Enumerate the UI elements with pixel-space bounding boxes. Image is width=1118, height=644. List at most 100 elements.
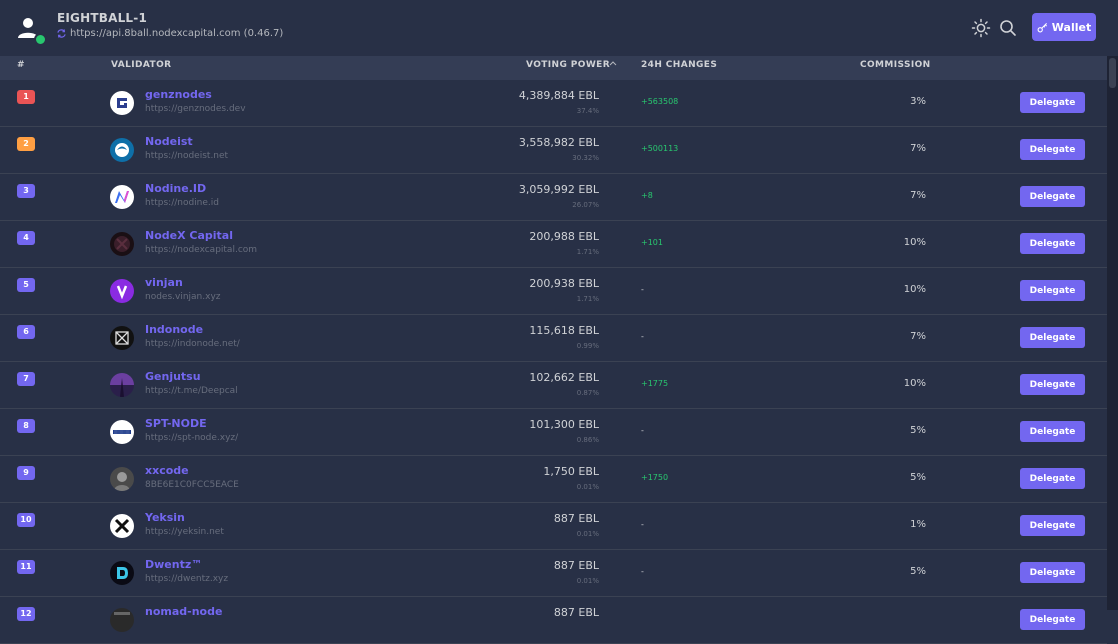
validator-website: https://indonode.net/ [145, 339, 240, 349]
table-row: 2 Nodeist https://nodeist.net 3,558,982 … [0, 127, 1107, 174]
delegate-button[interactable]: Delegate [1020, 515, 1085, 536]
delegate-button[interactable]: Delegate [1020, 421, 1085, 442]
table-row: 4 NodeX Capital https://nodexcapital.com… [0, 221, 1107, 268]
table-row: 3 Nodine.ID https://nodine.id 3,059,992 … [0, 174, 1107, 221]
voting-power-percent: 1.71% [576, 295, 599, 303]
rank-badge: 5 [17, 278, 35, 292]
genznodes-logo [110, 91, 134, 115]
validator-name[interactable]: Indonode [145, 323, 203, 336]
nodine-logo [110, 185, 134, 209]
validator-website: https://nodexcapital.com [145, 245, 258, 255]
delegate-button[interactable]: Delegate [1020, 327, 1085, 348]
delegate-button[interactable]: Delegate [1020, 139, 1085, 160]
rank-badge: 12 [17, 607, 35, 621]
validator-name[interactable]: Dwentz™ [145, 558, 202, 571]
delegate-button[interactable]: Delegate [1020, 468, 1085, 489]
delegate-button[interactable]: Delegate [1020, 374, 1085, 395]
rank-badge: 6 [17, 325, 35, 339]
voting-power: 887 EBL [553, 606, 599, 619]
validator-website: https://dwentz.xyz [145, 574, 229, 584]
scrollbar-track[interactable] [1107, 56, 1118, 610]
rank-badge: 7 [17, 372, 35, 386]
sun-icon[interactable] [971, 18, 991, 38]
rank-badge: 1 [17, 90, 35, 104]
voting-power: 3,558,982 EBL [518, 136, 599, 149]
commission-rate: 10% [903, 284, 926, 295]
sync-icon [57, 29, 66, 38]
delegate-button[interactable]: Delegate [1020, 562, 1085, 583]
24h-change: +1775 [641, 379, 669, 388]
24h-change: - [641, 567, 644, 576]
validator-name[interactable]: Nodine.ID [145, 182, 206, 195]
validator-name[interactable]: Yeksin [145, 511, 185, 524]
online-status-dot [34, 33, 47, 46]
rank-badge: 4 [17, 231, 35, 245]
col-24h-changes: 24H CHANGES [641, 60, 718, 70]
voting-power-percent: 0.99% [576, 342, 599, 350]
delegate-button[interactable]: Delegate [1020, 92, 1085, 113]
validator-name[interactable]: NodeX Capital [145, 229, 233, 242]
vinjan-logo [110, 279, 134, 303]
table-header: # VALIDATOR VOTING POWER 24H CHANGES COM… [0, 56, 1107, 80]
commission-rate: 5% [910, 472, 926, 483]
validator-name[interactable]: nomad-node [145, 605, 222, 618]
validator-name[interactable]: SPT-NODE [145, 417, 207, 430]
validator-website: https://nodeist.net [145, 151, 229, 161]
delegate-button[interactable]: Delegate [1020, 233, 1085, 254]
validator-website: https://nodine.id [145, 198, 219, 208]
voting-power-percent: 0.01% [576, 530, 599, 538]
nodex-logo [110, 232, 134, 256]
24h-change: +1750 [641, 473, 669, 482]
validator-website: nodes.vinjan.xyz [145, 292, 221, 302]
delegate-button[interactable]: Delegate [1020, 280, 1085, 301]
voting-power-percent: 0.87% [576, 389, 599, 397]
table-row: 10 Yeksin https://yeksin.net 887 EBL 0.0… [0, 503, 1107, 550]
sptnode-logo [110, 420, 134, 444]
rank-badge: 11 [17, 560, 35, 574]
validator-name[interactable]: Nodeist [145, 135, 193, 148]
validator-website: https://genznodes.dev [145, 104, 246, 114]
table-row: 8 SPT-NODE https://spt-node.xyz/ 101,300… [0, 409, 1107, 456]
wallet-button[interactable]: Wallet [1032, 13, 1096, 41]
rank-badge: 10 [17, 513, 35, 527]
voting-power-percent: 0.01% [576, 483, 599, 491]
commission-rate: 3% [910, 96, 926, 107]
delegate-button[interactable]: Delegate [1020, 186, 1085, 207]
validator-name[interactable]: genznodes [145, 88, 212, 101]
validator-name[interactable]: Genjutsu [145, 370, 201, 383]
commission-rate: 10% [903, 378, 926, 389]
validator-name[interactable]: vinjan [145, 276, 183, 289]
table-row: 5 vinjan nodes.vinjan.xyz 200,938 EBL 1.… [0, 268, 1107, 315]
commission-rate: 1% [910, 519, 926, 530]
col-validator: VALIDATOR [111, 60, 172, 70]
validator-website: https://yeksin.net [145, 527, 224, 537]
commission-rate: 5% [910, 425, 926, 436]
nodeist-logo [110, 138, 134, 162]
search-icon[interactable] [998, 18, 1018, 38]
key-icon [1037, 22, 1047, 32]
validator-website: 8BE6E1C0FCC5EACE [145, 480, 239, 490]
24h-change: - [641, 426, 644, 435]
sort-asc-icon[interactable] [609, 60, 617, 68]
24h-change: +563508 [641, 97, 679, 106]
table-row: 6 Indonode https://indonode.net/ 115,618… [0, 315, 1107, 362]
validator-name[interactable]: xxcode [145, 464, 189, 477]
voting-power: 887 EBL [553, 559, 599, 572]
validator-website: https://t.me/Deepcal [145, 386, 238, 396]
24h-change: +500113 [641, 144, 679, 153]
voting-power-percent: 1.71% [576, 248, 599, 256]
voting-power: 102,662 EBL [529, 371, 599, 384]
delegate-button[interactable]: Delegate [1020, 609, 1085, 630]
api-endpoint[interactable]: https://api.8ball.nodexcapital.com (0.46… [57, 28, 283, 39]
scrollbar-thumb[interactable] [1109, 58, 1116, 88]
col-voting-power[interactable]: VOTING POWER [526, 60, 610, 70]
dwentz-logo [110, 561, 134, 585]
top-navbar: EIGHTBALL-1 https://api.8ball.nodexcapit… [0, 0, 1118, 57]
table-row: 11 Dwentz™ https://dwentz.xyz 887 EBL 0.… [0, 550, 1107, 597]
wallet-label: Wallet [1051, 20, 1092, 34]
voting-power: 1,750 EBL [543, 465, 599, 478]
24h-change: +8 [641, 191, 653, 200]
table-row: 12 nomad-node 887 EBL Delegate [0, 597, 1107, 644]
nomad-logo [110, 608, 134, 632]
validator-website: https://spt-node.xyz/ [145, 433, 239, 443]
